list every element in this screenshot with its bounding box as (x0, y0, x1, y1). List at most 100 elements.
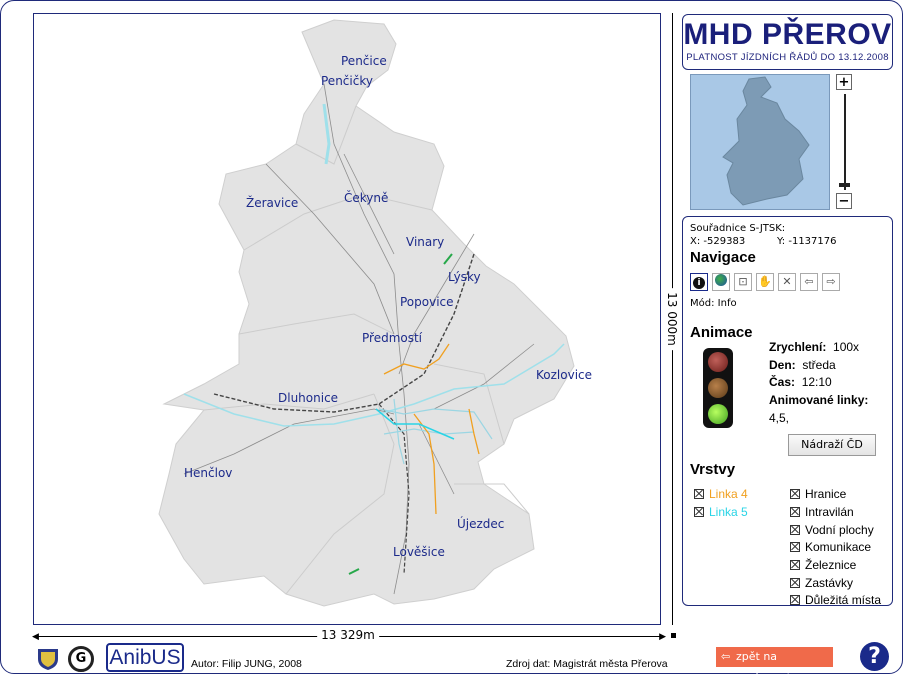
checkbox-icon[interactable] (790, 542, 800, 552)
layers-title: Vrstvy (690, 461, 736, 478)
layer-label: Vodní plochy (805, 523, 874, 537)
place-pencice[interactable]: Penčice (341, 54, 387, 68)
time-label: Čas: (769, 375, 796, 389)
zoom-out-button[interactable]: − (836, 193, 852, 209)
mode-value: Info (717, 298, 737, 309)
checkbox-icon[interactable] (694, 507, 704, 517)
animation-title: Animace (690, 324, 753, 341)
lines-value: 4,5, (769, 411, 790, 425)
app-subtitle: PLATNOST JÍZDNÍCH ŘÁDŮ DO 13.12.2008 (686, 52, 889, 63)
layer-label: Zastávky (805, 576, 854, 590)
map-view[interactable]: Penčice Penčičky Žeravice Čekyně Vinary … (33, 13, 661, 625)
anibus-logo-text: AnibUS (109, 646, 181, 669)
forward-arrow-icon[interactable]: ⇨ (822, 273, 840, 291)
arrow-left-icon: ◀ (32, 632, 39, 642)
zoom-slider-handle[interactable] (839, 183, 850, 187)
checkbox-icon[interactable] (790, 595, 800, 605)
app-title: MHD PŘEROV (683, 18, 892, 51)
anibus-logo: AnibUS (106, 643, 184, 672)
place-popovice[interactable]: Popovice (400, 295, 454, 309)
university-logo (37, 647, 59, 671)
checkbox-icon[interactable] (694, 489, 704, 499)
checkbox-icon[interactable] (790, 489, 800, 499)
checkbox-icon[interactable] (790, 578, 800, 588)
layer-linka-4[interactable]: Linka 4 (694, 487, 748, 501)
coord-y-label: Y: (777, 236, 786, 247)
zoom-control[interactable]: + − (836, 74, 854, 212)
scale-corner-marker (671, 633, 676, 638)
mode-label: Mód: (690, 298, 715, 309)
coord-y-value: -1137176 (788, 236, 837, 247)
layer-label: Komunikace (805, 540, 872, 554)
zoom-track[interactable] (844, 94, 846, 190)
station-button[interactable]: Nádraží ČD (788, 434, 876, 456)
hand-icon[interactable]: ✋ (756, 273, 774, 291)
traffic-light-icon[interactable] (703, 348, 733, 428)
speed-row: Zrychlení: 100x (769, 340, 859, 354)
overview-shape (722, 76, 810, 206)
data-source-text: Zdroj dat: Magistrát města Přerova (506, 658, 668, 670)
speed-label: Zrychlení: (769, 340, 827, 354)
full-extent-icon[interactable]: ✕ (778, 273, 796, 291)
lines-label: Animované linky: (769, 393, 868, 407)
layer-komunikace[interactable]: Komunikace (790, 540, 871, 554)
coord-x-value: -529383 (703, 236, 746, 247)
coord-y: Y: -1137176 (777, 236, 837, 247)
back-to-settings-label: zpět na nastavení (736, 650, 790, 683)
coord-x: X: -529383 (690, 236, 745, 247)
horizontal-scale-label: 13 329m (317, 628, 379, 642)
layer-hranice[interactable]: Hranice (790, 487, 846, 501)
coords-label: Souřadnice S-JTSK: (690, 223, 786, 234)
layer-label: Železnice (805, 558, 857, 572)
time-value: 12:10 (801, 375, 832, 389)
back-arrow-icon[interactable]: ⇦ (800, 273, 818, 291)
geoinformatics-logo: G (68, 646, 94, 672)
layer-zeleznice[interactable]: Železnice (790, 558, 856, 572)
place-vinary[interactable]: Vinary (406, 235, 444, 249)
layer-label: Intravilán (805, 505, 854, 519)
checkbox-icon[interactable] (790, 560, 800, 570)
place-zeravice[interactable]: Žeravice (246, 196, 298, 210)
day-label: Den: (769, 358, 796, 372)
title-box: MHD PŘEROV PLATNOST JÍZDNÍCH ŘÁDŮ DO 13.… (682, 14, 893, 70)
author-text: Autor: Filip JUNG, 2008 (191, 658, 302, 670)
place-cekyne[interactable]: Čekyně (344, 191, 388, 205)
day-row: Den: středa (769, 358, 836, 372)
horizontal-scale-bar: ◀ ▶ 13 329m (32, 628, 666, 643)
back-arrow-icon: ⇦ (721, 650, 731, 663)
info-icon[interactable]: i (690, 273, 708, 291)
layer-label: Důležitá místa (805, 593, 882, 607)
place-ujezdec[interactable]: Újezdec (457, 517, 504, 531)
zoom-in-button[interactable]: + (836, 74, 852, 90)
layer-dulezita-mista[interactable]: Důležitá místa (790, 593, 881, 607)
layer-zastavky[interactable]: Zastávky (790, 576, 853, 590)
checkbox-icon[interactable] (790, 525, 800, 535)
place-pencicky[interactable]: Penčičky (321, 74, 373, 88)
day-value: středa (802, 358, 836, 372)
speed-value: 100x (833, 340, 860, 354)
layer-label: Linka 4 (709, 487, 748, 501)
globe-icon[interactable] (712, 273, 730, 291)
checkbox-icon[interactable] (790, 507, 800, 517)
layer-intravilan[interactable]: Intravilán (790, 505, 854, 519)
zoom-box-icon[interactable]: ⊡ (734, 273, 752, 291)
layer-label: Hranice (805, 487, 847, 501)
time-row: Čas: 12:10 (769, 375, 832, 389)
layer-vodni-plochy[interactable]: Vodní plochy (790, 523, 874, 537)
territory-area (158, 19, 575, 607)
coord-x-label: X: (690, 236, 701, 247)
mode-display: Mód: Info (690, 298, 737, 309)
place-lovesice[interactable]: Lověšice (393, 545, 445, 559)
vertical-scale-bar: 13 000m (664, 13, 680, 625)
help-icon[interactable]: ? (860, 642, 889, 671)
back-to-settings-button[interactable]: ⇦ zpět na nastavení (716, 647, 833, 683)
layer-linka-5[interactable]: Linka 5 (694, 505, 748, 519)
place-dluhonice[interactable]: Dluhonice (278, 391, 338, 405)
place-kozlovice[interactable]: Kozlovice (536, 368, 592, 382)
place-lysky[interactable]: Lýsky (448, 270, 481, 284)
map-canvas (158, 19, 575, 607)
place-henclov[interactable]: Henčlov (184, 466, 232, 480)
lines-label-text: Animované linky: (769, 393, 869, 407)
place-predmosti[interactable]: Předmostí (362, 331, 422, 345)
overview-map[interactable] (690, 74, 830, 210)
